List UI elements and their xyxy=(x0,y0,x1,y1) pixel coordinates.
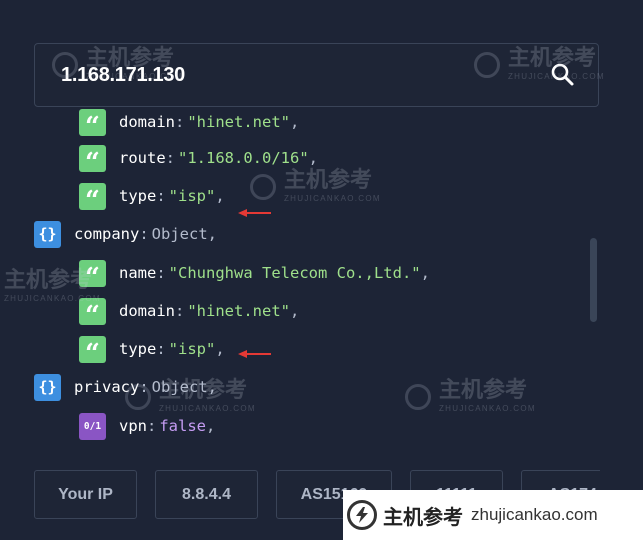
json-key: vpn xyxy=(119,417,147,435)
json-row-vpn: 0/1 vpn: false, xyxy=(79,411,215,441)
braces-icon[interactable]: {} xyxy=(34,220,61,248)
json-key: type xyxy=(119,340,157,358)
quote-icon: “ xyxy=(79,259,106,291)
json-object-type: Object xyxy=(151,378,208,396)
json-key: domain xyxy=(119,113,175,131)
json-key: domain xyxy=(119,302,175,320)
json-row-company[interactable]: {} company: Object, xyxy=(34,219,217,249)
json-row-type: “ type: "isp", xyxy=(79,334,225,367)
annotation-arrow-icon xyxy=(238,350,271,358)
json-result-panel: “ domain: "hinet.net", “ route: "1.168.0… xyxy=(0,108,643,452)
quote-icon: “ xyxy=(79,182,106,214)
braces-icon[interactable]: {} xyxy=(34,373,61,401)
json-key: type xyxy=(119,187,157,205)
ip-search-input[interactable]: 1.168.171.130 xyxy=(61,64,185,87)
json-row-route: “ route: "1.168.0.0/16", xyxy=(79,143,318,176)
watermark-logo-icon xyxy=(347,500,377,530)
json-row-name: “ name: "Chunghwa Telecom Co.,Ltd.", xyxy=(79,258,430,291)
footer-watermark: 主机参考 zhujicankao.com xyxy=(343,490,643,540)
json-row-domain: “ domain: "hinet.net", xyxy=(79,108,299,140)
quote-icon: “ xyxy=(79,335,106,367)
annotation-arrow-icon xyxy=(238,209,271,217)
json-object-type: Object xyxy=(151,225,208,243)
json-key: route xyxy=(119,149,166,167)
quote-icon: “ xyxy=(79,108,106,140)
footer-watermark-url: zhujicankao.com xyxy=(471,505,598,524)
json-boolean-value: false xyxy=(159,417,207,435)
quote-icon: “ xyxy=(79,144,106,176)
json-string-value: "1.168.0.0/16" xyxy=(178,149,309,167)
json-row-domain: “ domain: "hinet.net", xyxy=(79,296,299,329)
chip-8-8-4-4[interactable]: 8.8.4.4 xyxy=(155,470,258,519)
json-key: privacy xyxy=(74,378,140,396)
json-string-value: "hinet.net" xyxy=(187,302,290,320)
json-key: company xyxy=(74,225,140,243)
footer-watermark-cn: 主机参考 xyxy=(383,504,463,529)
json-string-value: "Chunghwa Telecom Co.,Ltd." xyxy=(168,264,421,282)
quote-icon: “ xyxy=(79,297,106,329)
json-string-value: "hinet.net" xyxy=(187,113,290,131)
search-icon[interactable] xyxy=(550,62,576,88)
json-panel-scrollbar[interactable] xyxy=(590,238,597,322)
json-row-privacy[interactable]: {} privacy: Object, xyxy=(34,372,217,402)
json-string-value: "isp" xyxy=(168,187,216,205)
json-string-value: "isp" xyxy=(168,340,216,358)
json-key: name xyxy=(119,264,157,282)
ip-search-box[interactable]: 1.168.171.130 xyxy=(34,43,599,107)
bool-01-icon: 0/1 xyxy=(79,412,106,440)
json-row-type: “ type: "isp", xyxy=(79,181,225,214)
chip-your-ip[interactable]: Your IP xyxy=(34,470,137,519)
